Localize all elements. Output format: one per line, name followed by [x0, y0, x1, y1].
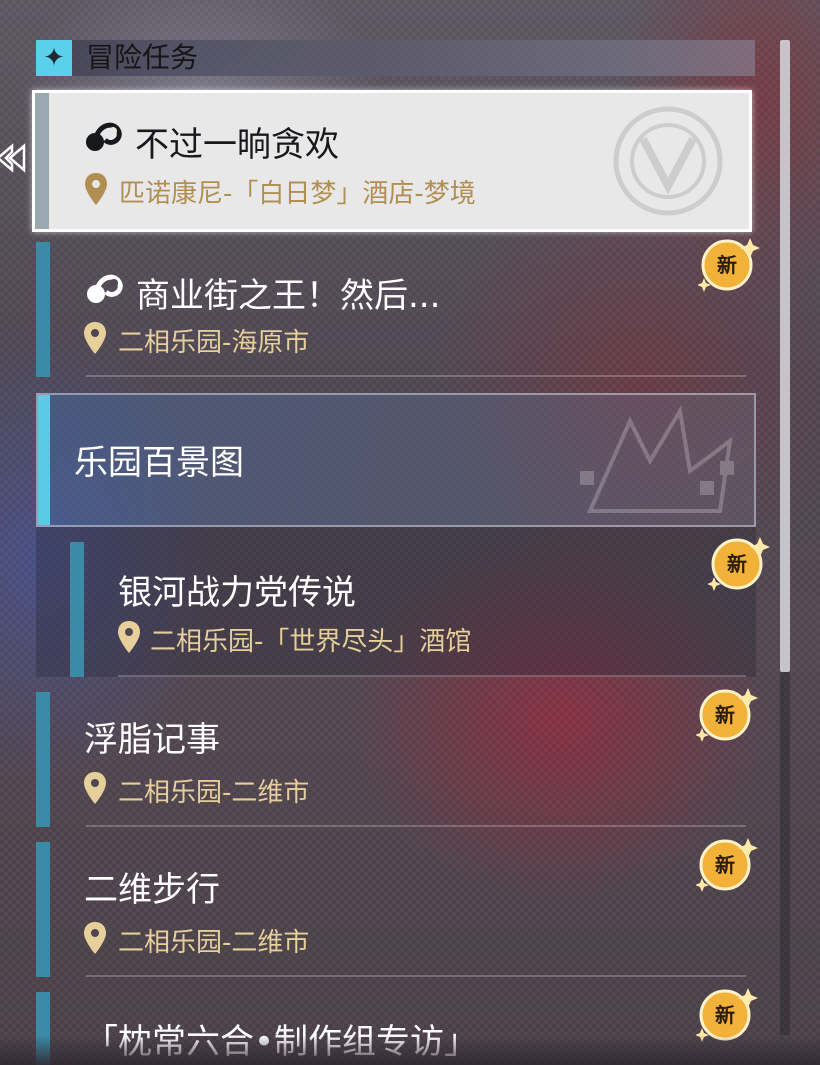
quest-title: 不过一晌贪欢 — [135, 125, 339, 165]
divider — [86, 825, 746, 827]
location-pin-icon — [84, 772, 106, 804]
emblem-watermark-icon — [613, 106, 723, 216]
divider — [86, 375, 746, 377]
quest-location: 二相乐园-二维市 — [118, 778, 310, 808]
divider — [86, 975, 746, 977]
section-title: 冒险任务 — [86, 41, 199, 74]
quest-item[interactable]: 二维步行 二相乐园-二维市 新 — [36, 838, 758, 977]
new-badge: 新 — [696, 836, 758, 898]
badge-text: 新 — [715, 853, 735, 877]
badge-text: 新 — [715, 703, 735, 727]
location-pin-icon — [84, 322, 106, 354]
new-badge: 新 — [708, 535, 770, 597]
dragon-emblem-icon — [580, 405, 734, 513]
quest-title: 浮脂记事 — [84, 720, 220, 760]
quest-location: 二相乐园-海原市 — [118, 328, 310, 358]
quest-accent-bar — [35, 93, 49, 229]
quest-title: 商业街之王！然后... — [136, 276, 441, 316]
left-arrow-icon[interactable] — [0, 138, 34, 178]
sub-quest-item[interactable]: 银河战力党传说 二相乐园-「世界尽头」酒馆 新 — [36, 527, 770, 677]
scrollbar-thumb[interactable] — [780, 40, 790, 672]
quest-accent-bar — [36, 842, 50, 977]
location-pin-icon — [118, 621, 140, 653]
category-title: 乐园百景图 — [74, 443, 244, 483]
quest-item[interactable]: 浮脂记事 二相乐园-二维市 新 — [36, 688, 758, 827]
mission-icon — [87, 274, 123, 303]
quest-accent-bar — [70, 542, 84, 677]
new-badge: 新 — [698, 236, 760, 298]
bottom-fade — [0, 1035, 820, 1065]
quest-title: 二维步行 — [84, 870, 220, 910]
quest-location: 二相乐园-二维市 — [118, 928, 310, 958]
quest-location: 匹诺康尼-「白日梦」酒店-梦境 — [119, 179, 476, 209]
quest-item-selected[interactable]: 不过一晌贪欢 匹诺康尼-「白日梦」酒店-梦境 — [32, 90, 752, 232]
badge-text: 新 — [727, 552, 747, 576]
location-pin-icon — [85, 173, 107, 205]
quest-accent-bar — [36, 242, 50, 377]
quest-title: 银河战力党传说 — [118, 573, 356, 613]
mission-icon — [86, 122, 122, 151]
quest-location: 二相乐园-「世界尽头」酒馆 — [150, 627, 472, 657]
quest-accent-bar — [36, 692, 50, 827]
quest-item[interactable]: 商业街之王！然后... 二相乐园-海原市 新 — [36, 238, 760, 377]
section-header: ✦ 冒险任务 — [36, 40, 755, 76]
new-badge: 新 — [696, 686, 758, 748]
location-pin-icon — [84, 922, 106, 954]
badge-text: 新 — [717, 253, 737, 277]
sparkle-icon: ✦ — [36, 40, 72, 76]
category-header[interactable]: 乐园百景图 — [36, 393, 756, 527]
divider — [118, 675, 746, 677]
category-accent-bar — [38, 395, 50, 525]
